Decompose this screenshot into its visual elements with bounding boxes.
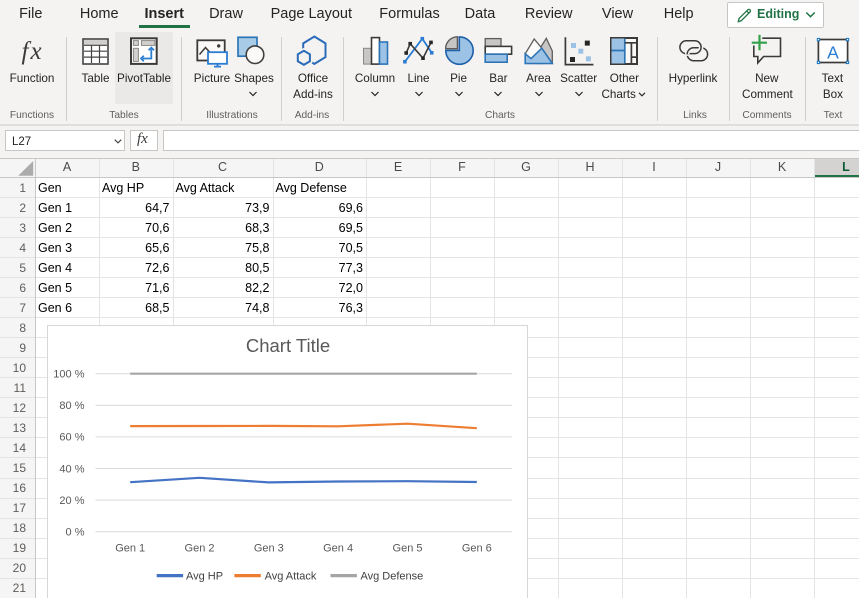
svg-text:Gen 6: Gen 6 <box>461 543 491 555</box>
svg-text:60 %: 60 % <box>59 432 84 444</box>
svg-text:20 %: 20 % <box>59 495 84 507</box>
svg-text:Gen 3: Gen 3 <box>253 543 283 555</box>
svg-text:Avg Defense: Avg Defense <box>360 570 423 582</box>
svg-text:Avg HP: Avg HP <box>186 570 223 582</box>
svg-text:Gen 4: Gen 4 <box>323 543 353 555</box>
svg-text:Chart Title: Chart Title <box>245 335 329 356</box>
svg-text:0 %: 0 % <box>65 527 84 539</box>
svg-text:Gen 2: Gen 2 <box>184 543 214 555</box>
svg-text:Gen 5: Gen 5 <box>392 543 422 555</box>
svg-text:80 %: 80 % <box>59 400 84 412</box>
svg-text:Avg Attack: Avg Attack <box>264 570 316 582</box>
svg-text:A: A <box>827 43 839 63</box>
svg-text:40 %: 40 % <box>59 463 84 475</box>
svg-text:Gen 1: Gen 1 <box>115 543 145 555</box>
svg-text:100 %: 100 % <box>53 369 84 381</box>
